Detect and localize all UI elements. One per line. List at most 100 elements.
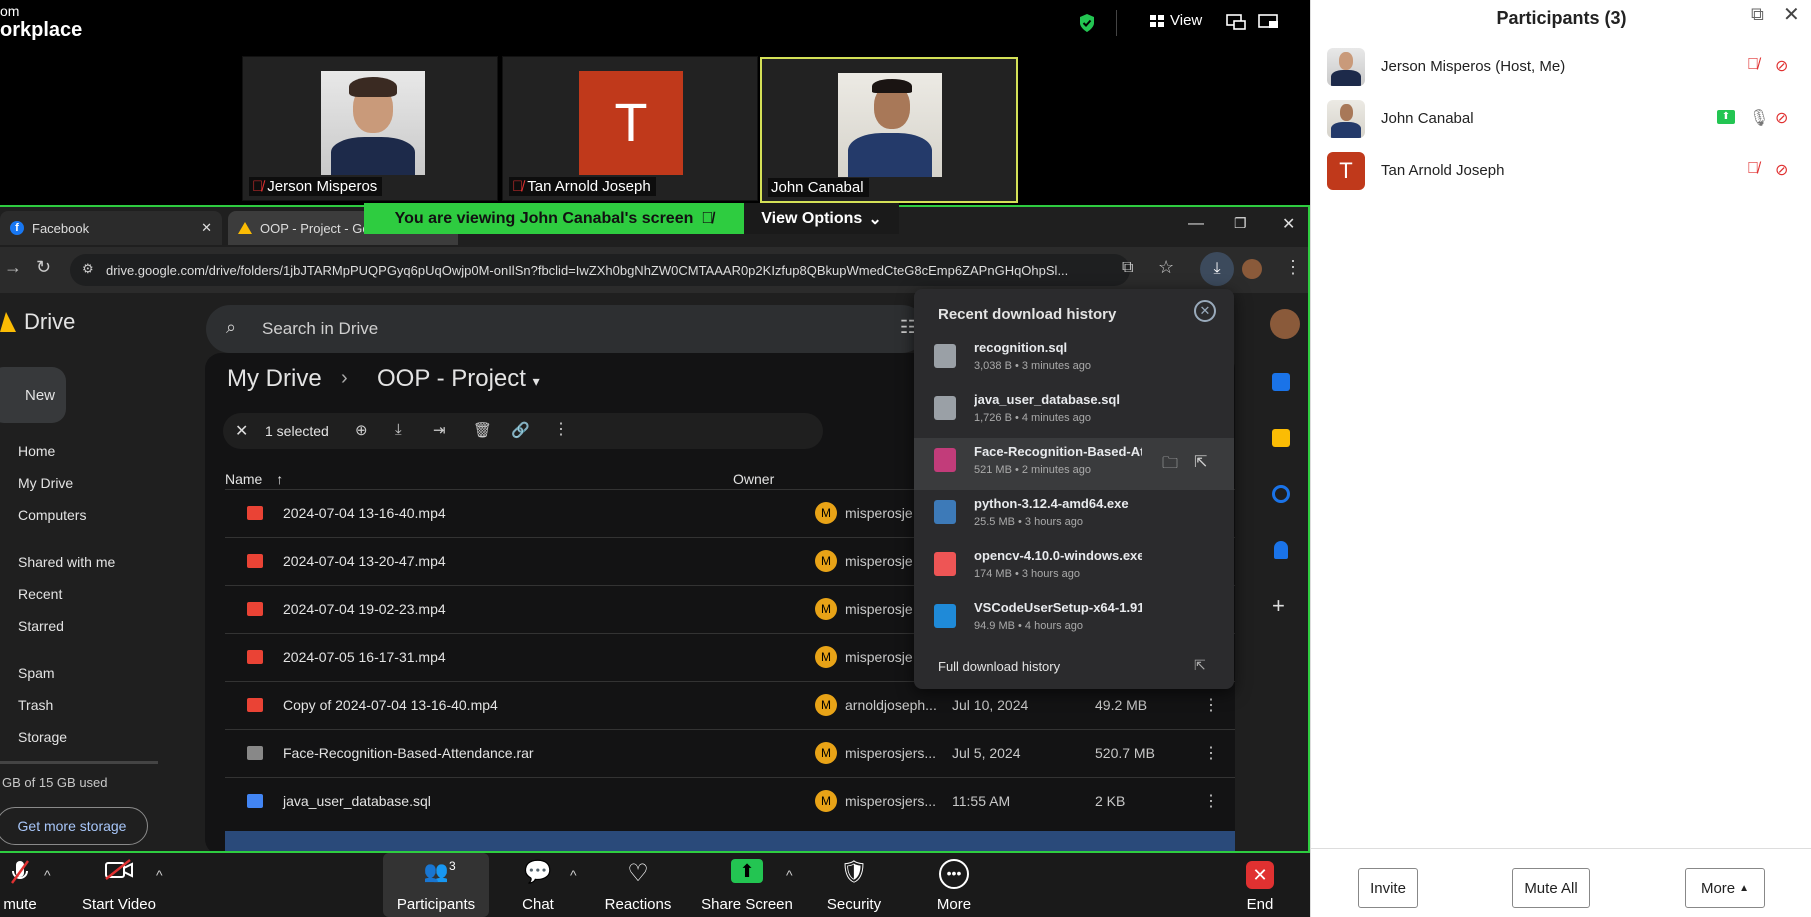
- browser-menu-icon[interactable]: ⋮: [1284, 257, 1302, 278]
- keep-icon[interactable]: [1272, 429, 1290, 447]
- new-button[interactable]: New: [0, 367, 66, 423]
- more-actions-icon[interactable]: ⋮: [553, 419, 569, 439]
- cast-icon[interactable]: ⧉: [1122, 259, 1133, 277]
- download-item[interactable]: opencv-4.10.0-windows.exe 174 MB • 3 hour…: [914, 542, 1234, 594]
- selected-row-partial[interactable]: [225, 831, 1235, 851]
- tasks-icon[interactable]: [1272, 485, 1290, 503]
- move-icon[interactable]: ⇥: [433, 421, 446, 439]
- start-video-button[interactable]: Start Video: [74, 853, 164, 917]
- muted-mic-icon[interactable]: 🎙̸: [1747, 56, 1759, 74]
- video-tile-john-active-speaker[interactable]: John Canabal: [760, 57, 1018, 203]
- nav-home[interactable]: Home: [18, 443, 55, 459]
- show-in-folder-icon[interactable]: 🗀: [1162, 452, 1178, 479]
- row-more-icon[interactable]: ⋮: [1203, 791, 1219, 811]
- drive-search[interactable]: ⌕ Search in Drive ☷: [206, 305, 926, 353]
- column-owner[interactable]: Owner: [733, 471, 774, 487]
- end-meeting-button[interactable]: ✕ End: [1230, 853, 1290, 917]
- open-external-icon[interactable]: ⇱: [1194, 657, 1206, 674]
- pip-icon[interactable]: [1226, 14, 1246, 30]
- nav-trash[interactable]: Trash: [18, 697, 53, 713]
- add-addon-icon[interactable]: +: [1272, 593, 1285, 619]
- invite-button[interactable]: Invite: [1358, 868, 1418, 908]
- address-bar[interactable]: ⚙ drive.google.com/drive/folders/1jbJTAR…: [70, 254, 1130, 286]
- muted-mic-icon[interactable]: 🎙̸: [1747, 160, 1759, 178]
- popout-icon[interactable]: ⧉: [1751, 4, 1764, 25]
- close-panel-icon[interactable]: ✕: [1783, 2, 1800, 27]
- download-item[interactable]: python-3.12.4-amd64.exe 25.5 MB • 3 hours…: [914, 490, 1234, 542]
- download-item[interactable]: recognition.sql 3,038 B • 3 minutes ago: [914, 334, 1234, 386]
- download-item[interactable]: VSCodeUserSetup-x64-1.91.1.exe 94.9 MB • …: [914, 594, 1234, 646]
- column-name-label: Name: [225, 471, 263, 487]
- nav-starred[interactable]: Starred: [18, 618, 64, 634]
- nav-spam[interactable]: Spam: [18, 665, 55, 681]
- view-button[interactable]: View: [1150, 12, 1202, 29]
- video-options-caret-icon[interactable]: ^: [156, 867, 163, 883]
- chat-button[interactable]: 💬 Chat: [508, 853, 568, 917]
- nav-shared-with-me[interactable]: Shared with me: [18, 554, 115, 570]
- bookmark-star-icon[interactable]: ☆: [1158, 257, 1174, 278]
- download-item[interactable]: Face-Recognition-Based-Attendance.rar 521…: [914, 438, 1234, 490]
- more-button[interactable]: ••• More: [924, 853, 984, 917]
- reload-icon[interactable]: ↻: [36, 257, 51, 278]
- nav-my-drive[interactable]: My Drive: [18, 475, 73, 491]
- audio-options-caret-icon[interactable]: ^: [44, 867, 51, 883]
- participant-row-john[interactable]: John Canabal ⬆ 🎙 ⊘: [1311, 94, 1811, 146]
- clear-selection-icon[interactable]: ✕: [235, 421, 248, 441]
- restore-icon[interactable]: ❐: [1234, 215, 1247, 232]
- full-download-history-link[interactable]: Full download history: [938, 659, 1060, 674]
- download-file-icon[interactable]: ⤓: [395, 421, 402, 438]
- nav-storage[interactable]: Storage: [18, 729, 67, 745]
- file-row[interactable]: Face-Recognition-Based-Attendance.rar Mmi…: [225, 729, 1235, 776]
- close-tab-icon[interactable]: ✕: [201, 220, 212, 236]
- video-off-icon[interactable]: ⊘: [1775, 160, 1788, 180]
- view-options-button[interactable]: View Options ⌄: [744, 203, 899, 234]
- share-screen-button[interactable]: ⬆ Share Screen: [697, 853, 797, 917]
- column-name[interactable]: Name ↑: [225, 471, 283, 487]
- close-popup-icon[interactable]: ✕: [1194, 300, 1216, 322]
- nav-recent[interactable]: Recent: [18, 586, 62, 602]
- mic-icon[interactable]: 🎙: [1749, 108, 1769, 128]
- file-name: Copy of 2024-07-04 13-16-40.mp4: [283, 697, 498, 713]
- download-item[interactable]: java_user_database.sql 1,726 B • 4 minute…: [914, 386, 1234, 438]
- participant-row-jerson[interactable]: Jerson Misperos (Host, Me) 🎙̸ ⊘: [1311, 42, 1811, 94]
- unmute-button[interactable]: mute: [0, 853, 40, 917]
- close-window-icon[interactable]: ✕: [1282, 214, 1295, 234]
- contacts-icon[interactable]: [1274, 541, 1288, 559]
- reactions-button[interactable]: ♡ Reactions: [600, 853, 676, 917]
- forward-icon[interactable]: →: [4, 257, 22, 278]
- file-date: Jul 5, 2024: [952, 745, 1021, 761]
- account-avatar[interactable]: [1270, 309, 1300, 339]
- breadcrumb-current[interactable]: OOP - Project ▾: [377, 365, 540, 393]
- archive-file-icon: [247, 746, 263, 760]
- chat-options-caret-icon[interactable]: ^: [570, 867, 577, 883]
- security-button[interactable]: 🛡 Security: [814, 853, 894, 917]
- video-off-icon[interactable]: ⊘: [1775, 56, 1788, 76]
- mute-all-button[interactable]: Mute All: [1512, 868, 1590, 908]
- encryption-shield-icon[interactable]: [1078, 13, 1096, 33]
- share-options-caret-icon[interactable]: ^: [786, 867, 793, 883]
- link-icon[interactable]: 🔗: [511, 421, 530, 439]
- video-tile-tan[interactable]: T 🎙̸ Tan Arnold Joseph: [502, 56, 758, 201]
- share-icon[interactable]: ⊕: [355, 421, 368, 439]
- minimize-icon[interactable]: —: [1188, 215, 1204, 233]
- file-row[interactable]: java_user_database.sql Mmisperosjers... 11…: [225, 777, 1235, 824]
- profile-avatar[interactable]: [1242, 259, 1262, 279]
- open-file-icon[interactable]: ⇱: [1194, 452, 1207, 472]
- breadcrumb-my-drive[interactable]: My Drive: [227, 365, 322, 393]
- tab-facebook[interactable]: f Facebook ✕: [0, 211, 222, 245]
- video-tile-jerson[interactable]: 🎙̸ Jerson Misperos: [242, 56, 498, 201]
- drive-logo[interactable]: Drive: [0, 309, 75, 335]
- fullscreen-icon[interactable]: [1258, 14, 1280, 30]
- more-options-button[interactable]: More ▲: [1685, 868, 1765, 908]
- trash-icon[interactable]: 🗑: [473, 421, 492, 439]
- row-more-icon[interactable]: ⋮: [1203, 743, 1219, 763]
- get-more-storage-button[interactable]: Get more storage: [0, 807, 148, 845]
- video-off-icon[interactable]: ⊘: [1775, 108, 1788, 128]
- participant-row-tan[interactable]: T Tan Arnold Joseph 🎙̸ ⊘: [1311, 146, 1811, 198]
- row-more-icon[interactable]: ⋮: [1203, 695, 1219, 715]
- calendar-icon[interactable]: [1272, 373, 1290, 391]
- download-icon[interactable]: ⤓: [1200, 252, 1234, 286]
- nav-computers[interactable]: Computers: [18, 507, 86, 523]
- site-settings-icon[interactable]: ⚙: [82, 261, 94, 277]
- participants-button[interactable]: 👥 3 Participants: [383, 853, 489, 917]
